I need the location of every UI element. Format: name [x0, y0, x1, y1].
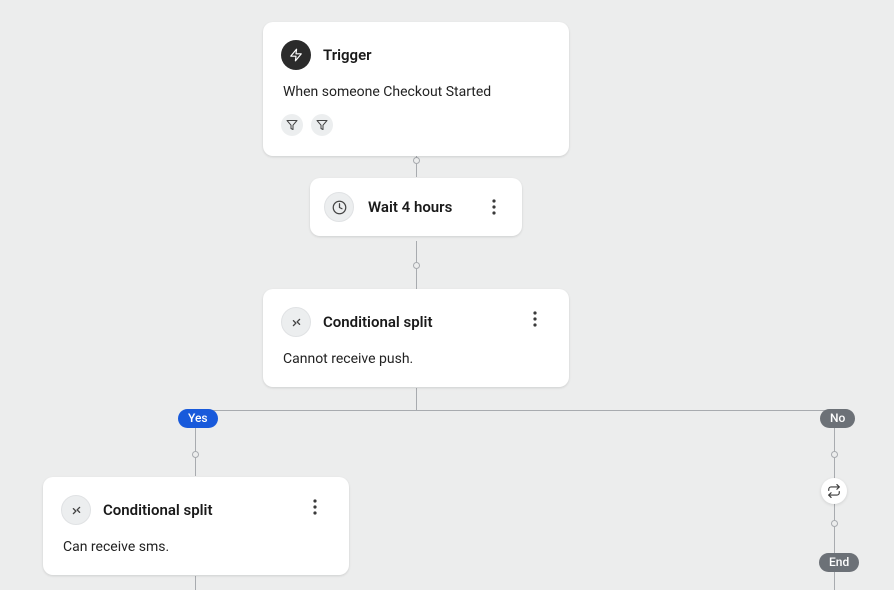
node-description: Cannot receive push. [283, 351, 547, 367]
branch-badge-no: No [820, 409, 855, 428]
node-description: Can receive sms. [63, 539, 327, 555]
node-title: Conditional split [323, 313, 432, 331]
conditional-split-node-sms[interactable]: Conditional split Can receive sms. [43, 477, 349, 575]
node-title: Conditional split [103, 501, 212, 519]
filter-lightning-icon [286, 119, 298, 131]
trigger-filter-chip[interactable] [281, 114, 303, 136]
kebab-icon [492, 199, 496, 215]
branch-label-no: No [830, 411, 845, 425]
add-step-button[interactable] [821, 478, 847, 504]
split-icon [61, 495, 91, 525]
connector-line [195, 576, 196, 590]
kebab-icon [533, 311, 537, 327]
branch-label-yes: Yes [188, 411, 208, 425]
more-actions-button[interactable] [482, 195, 506, 219]
split-icon [281, 307, 311, 337]
more-actions-button[interactable] [523, 307, 547, 331]
connector-dot [831, 520, 838, 527]
wait-node[interactable]: Wait 4 hours [310, 178, 522, 236]
connector-line [195, 410, 834, 411]
kebab-icon [313, 499, 317, 515]
node-title: Trigger [323, 46, 372, 64]
lightning-icon [281, 40, 311, 70]
swap-icon [827, 484, 841, 498]
connector-dot [192, 451, 199, 458]
clock-icon [324, 192, 354, 222]
end-badge: End [819, 553, 859, 572]
connector-line [416, 388, 417, 410]
branch-badge-yes: Yes [178, 409, 218, 428]
connector-dot [831, 451, 838, 458]
more-actions-button[interactable] [303, 495, 327, 519]
node-title: Wait 4 hours [368, 198, 452, 216]
node-description: When someone Checkout Started [283, 84, 547, 100]
conditional-split-node-push[interactable]: Conditional split Cannot receive push. [263, 289, 569, 387]
trigger-node[interactable]: Trigger When someone Checkout Started [263, 22, 569, 156]
filter-user-icon [316, 119, 328, 131]
end-label: End [829, 555, 849, 569]
flow-canvas[interactable]: Yes No End Trigger When someone Checkout… [0, 0, 894, 590]
connector-dot [413, 157, 420, 164]
connector-dot [413, 262, 420, 269]
profile-filter-chip[interactable] [311, 114, 333, 136]
